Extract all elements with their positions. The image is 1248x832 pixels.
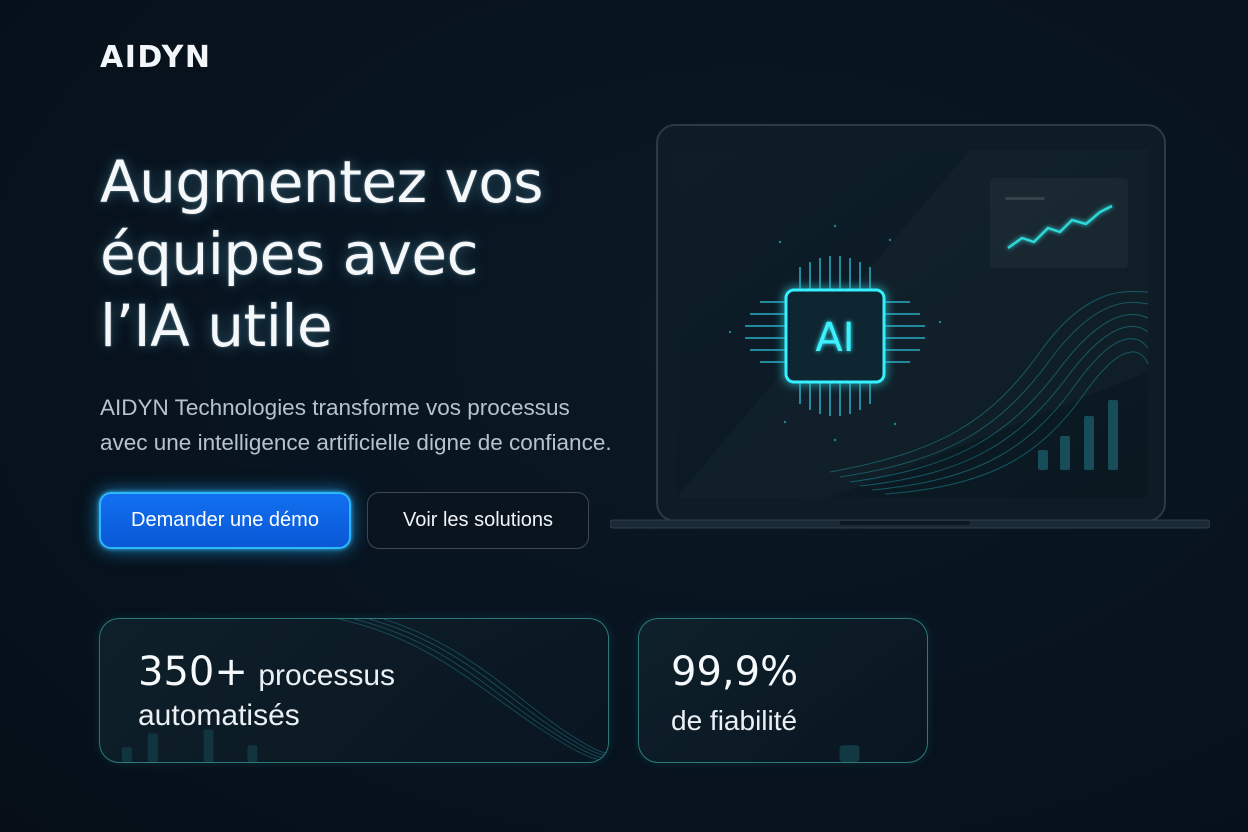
stat-label: automatisés (138, 699, 300, 732)
headline-line-2: équipes avec (100, 220, 478, 288)
stat-label: processus (258, 659, 396, 692)
trend-chart-icon (990, 178, 1128, 268)
stat-value: 350+ (138, 649, 248, 695)
stat-card-processes: 350+ processus automatisés (99, 618, 609, 763)
hero-headline: Augmentez vos équipes avec l’IA utile (100, 146, 660, 362)
request-demo-button[interactable]: Demander une démo (99, 492, 351, 549)
headline-line-3: l’IA utile (100, 292, 333, 360)
view-solutions-button[interactable]: Voir les solutions (367, 492, 589, 549)
brand-logo[interactable]: AIDYN (100, 40, 211, 75)
stat-value: 99,9% (671, 649, 799, 695)
laptop-icon: AI (610, 124, 1210, 529)
stat-label: de fiabilité (671, 705, 798, 736)
headline-line-1: Augmentez vos (100, 148, 544, 216)
chip-label: AI (815, 315, 854, 361)
stat-card-reliability: 99,9% de fiabilité (638, 618, 928, 763)
